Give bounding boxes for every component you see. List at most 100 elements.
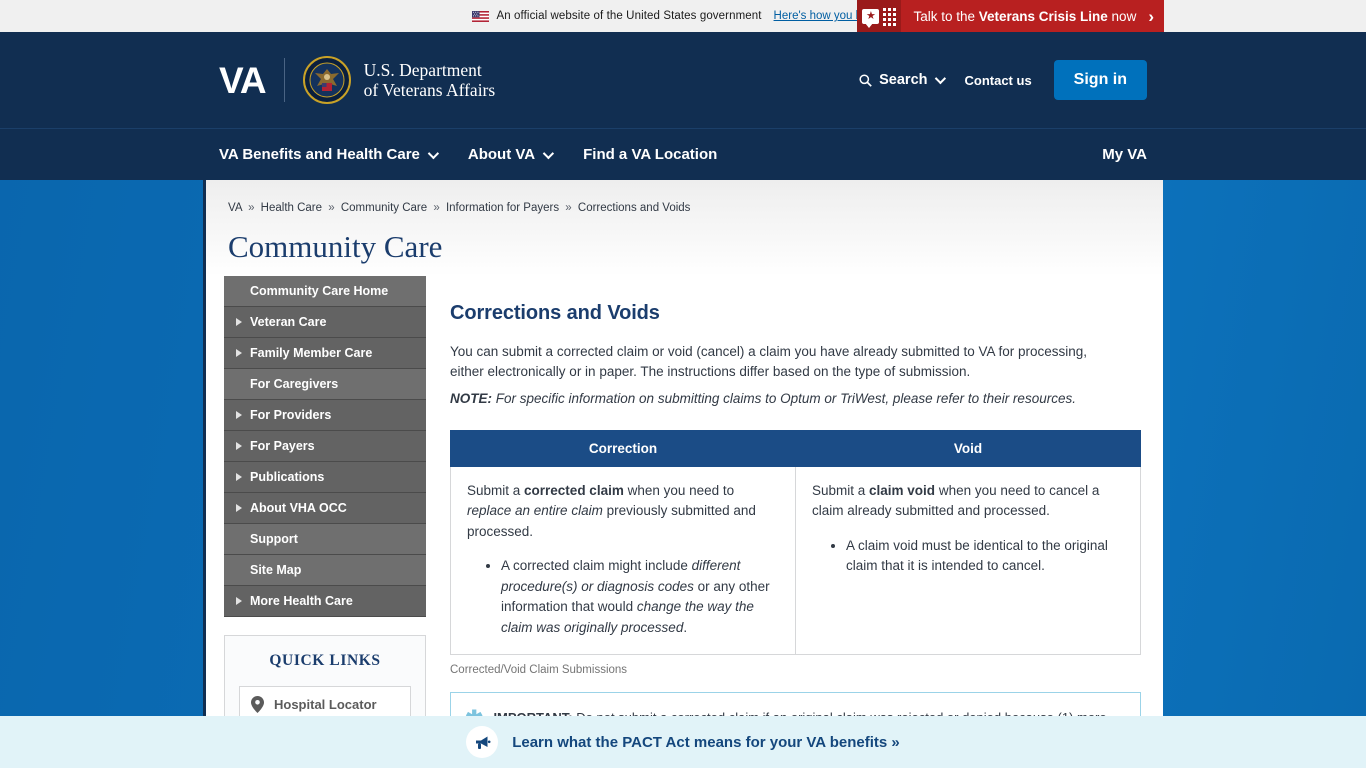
veterans-crisis-line-button[interactable]: ★ Talk to the Veterans Crisis Line now › [857,0,1164,33]
table-row: Submit a corrected claim when you need t… [450,465,1141,656]
sidebar-item-for-caregivers[interactable]: For Caregivers [224,369,426,400]
sign-in-button[interactable]: Sign in [1053,60,1147,100]
quick-links-title: QUICK LINKS [269,652,381,669]
nav-label: VA Benefits and Health Care [219,146,420,163]
triangle-right-icon [236,597,242,605]
sidebar-item-for-payers[interactable]: For Payers [224,431,426,462]
nav-item-find-location[interactable]: Find a VA Location [583,146,717,163]
note-paragraph: NOTE: For specific information on submit… [450,389,1141,409]
breadcrumb-item-information-for-payers[interactable]: Information for Payers [446,202,559,214]
va-seal-icon [302,56,351,104]
pact-act-label: Learn what the PACT Act means for your V… [512,733,900,751]
search-icon [859,73,872,87]
sidebar-item-more-health-care[interactable]: More Health Care [224,586,426,617]
nav-label: Find a VA Location [583,146,718,163]
us-flag-icon [472,10,490,22]
sidebar-item-family-member-care[interactable]: Family Member Care [224,338,426,369]
triangle-right-icon [236,442,242,450]
sidebar-item-label: More Health Care [250,594,353,608]
quick-link-label: Hospital Locator [274,697,377,712]
page-header-area: VA » Health Care » Community Care » Info… [206,180,1163,276]
sidebar-item-label: For Caregivers [250,377,339,391]
nav-item-my-va[interactable]: My VA [1102,146,1147,163]
megaphone-icon [466,726,499,758]
sidebar-item-label: About VHA OCC [250,501,347,515]
chevron-down-icon [934,72,946,85]
chevron-down-icon [542,147,555,159]
sidebar-item-about-vha-occ[interactable]: About VHA OCC [224,493,426,524]
breadcrumb-separator: » [248,202,255,214]
breadcrumb-separator: » [565,202,572,214]
search-button[interactable]: Search [859,72,946,88]
triangle-right-icon [236,473,242,481]
pact-act-banner[interactable]: Learn what the PACT Act means for your V… [0,716,1366,768]
sidebar-item-for-providers[interactable]: For Providers [224,400,426,431]
primary-nav: VA Benefits and Health Care About VA Fin… [0,128,1366,180]
table-header-correction: Correction [450,429,796,467]
note-label: NOTE: [450,390,492,406]
sidebar-item-site-map[interactable]: Site Map [224,555,426,586]
breadcrumb-item-health-care[interactable]: Health Care [261,202,322,214]
gov-banner-text: An official website of the United States… [496,10,762,22]
note-text: For specific information on submitting c… [492,390,1076,406]
search-label: Search [879,72,928,88]
site-header: VA U.S. Department of Veterans Affairs S… [0,32,1366,128]
void-bullet-list: A claim void must be identical to the or… [812,536,1124,577]
sidebar-item-label: Veteran Care [250,315,327,329]
correction-lead: Submit a corrected claim when you need t… [467,482,756,539]
corrections-voids-table: Correction Void Submit a corrected claim… [450,429,1141,656]
department-line-2: of Veterans Affairs [363,80,496,100]
table-caption: Corrected/Void Claim Submissions [450,664,628,677]
void-lead: Submit a claim void when you need to can… [812,482,1100,519]
triangle-right-icon [236,504,242,512]
sidebar-item-publications[interactable]: Publications [224,462,426,493]
nav-item-about-va[interactable]: About VA [467,146,555,163]
sidebar-item-label: Support [250,532,298,546]
breadcrumb: VA » Health Care » Community Care » Info… [228,202,1163,214]
content-heading: Corrections and Voids [450,302,660,324]
chevron-right-icon: › [1148,7,1154,26]
department-name: U.S. Department of Veterans Affairs [364,60,496,101]
crisis-line-icon: ★ [857,0,902,33]
sidebar-item-label: For Payers [250,439,315,453]
sidebar-item-label: Publications [250,470,325,484]
list-item: A corrected claim might include differen… [501,556,779,638]
sidebar-item-label: Community Care Home [250,284,389,298]
table-cell-void: Submit a claim void when you need to can… [795,465,1141,656]
triangle-right-icon [236,349,242,357]
va-logo[interactable]: VA U.S. Department of Veterans Affairs [219,56,495,104]
nav-item-benefits[interactable]: VA Benefits and Health Care [219,146,439,163]
main-content: Corrections and Voids You can submit a c… [426,276,1163,768]
triangle-right-icon [236,411,242,419]
gov-banner: An official website of the United States… [0,0,1366,33]
logo-divider [283,58,285,102]
correction-bullet-list: A corrected claim might include differen… [467,556,779,638]
table-header-row: Correction Void [450,429,1141,467]
breadcrumb-separator: » [433,202,440,214]
sidebar-item-support[interactable]: Support [224,524,426,555]
sidebar: Community Care Home Veteran Care Family … [206,276,426,768]
sidebar-item-label: Site Map [250,563,302,577]
breadcrumb-item-corrections-and-voids[interactable]: Corrections and Voids [578,202,691,214]
va-wordmark: VA [219,59,267,101]
page-title: Community Care [228,229,443,264]
breadcrumb-separator: » [328,202,335,214]
breadcrumb-item-community-care[interactable]: Community Care [341,202,427,214]
crisis-line-label: Talk to the Veterans Crisis Line now [913,9,1137,24]
sidebar-item-label: Family Member Care [250,346,373,360]
department-line-1: U.S. Department [363,59,482,80]
map-pin-icon [251,696,264,713]
intro-paragraph: You can submit a corrected claim or void… [450,344,1088,380]
sidebar-item-community-care-home[interactable]: Community Care Home [224,276,426,307]
page-container: VA » Health Care » Community Care » Info… [203,180,1163,768]
chevron-down-icon [427,147,439,159]
breadcrumb-item-va[interactable]: VA [228,202,242,214]
triangle-right-icon [236,318,242,326]
contact-us-link[interactable]: Contact us [965,73,1032,88]
sidebar-item-veteran-care[interactable]: Veteran Care [224,307,426,338]
list-item: A claim void must be identical to the or… [846,536,1124,577]
sidebar-item-label: For Providers [250,408,332,422]
table-cell-correction: Submit a corrected claim when you need t… [450,465,796,656]
table-header-void: Void [795,429,1141,467]
nav-label: About VA [467,146,536,163]
